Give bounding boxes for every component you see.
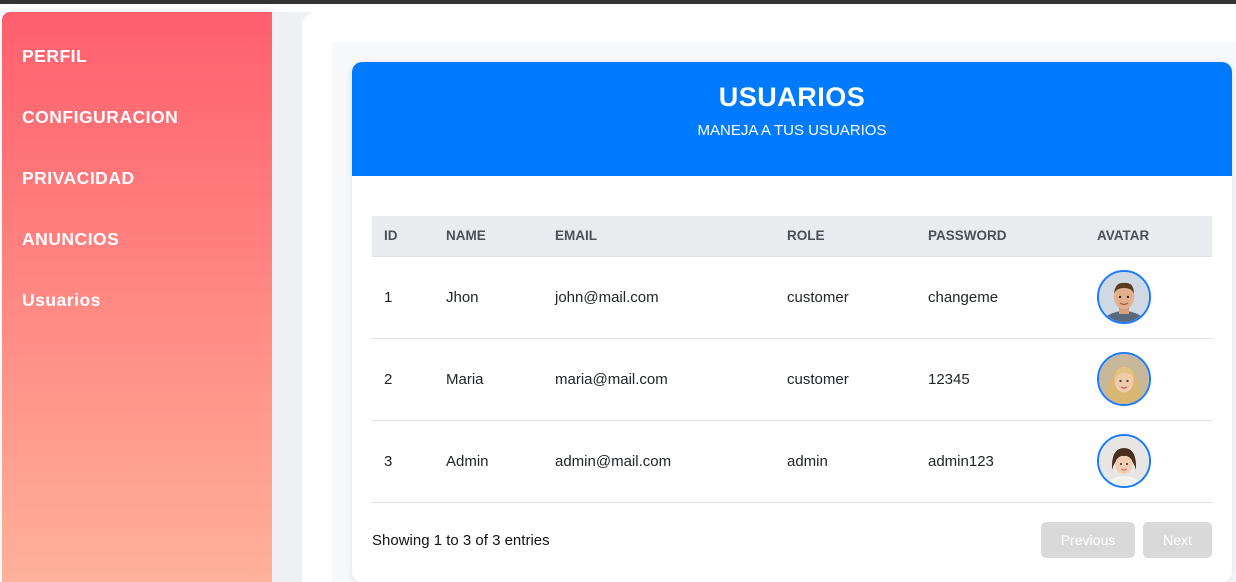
page-title: USUARIOS (718, 82, 866, 112)
table-row: 2 Maria maria@mail.com customer 12345 (372, 338, 1212, 421)
card-header: USUARIOS MANEJA A TUS USUARIOS (352, 62, 1232, 176)
sidebar-item-usuarios[interactable]: Usuarios (2, 290, 272, 351)
cell-password: 12345 (916, 338, 1085, 421)
cell-password: changeme (916, 256, 1085, 339)
page-subtitle: MANEJA A TUS USUARIOS (697, 122, 887, 139)
cell-name: Admin (434, 420, 543, 503)
cell-id: 1 (372, 256, 434, 339)
table-header-row: ID NAME EMAIL ROLE PASSWORD AVATAR (372, 216, 1212, 257)
cell-name: Maria (434, 338, 543, 421)
cell-email: john@mail.com (543, 256, 775, 339)
sidebar-item-perfil[interactable]: PERFIL (2, 46, 272, 107)
sidebar-item-privacidad[interactable]: PRIVACIDAD (2, 168, 272, 229)
window-top-bar (0, 0, 1236, 4)
cell-avatar (1085, 256, 1212, 339)
column-header-id[interactable]: ID (372, 216, 434, 257)
cell-role: customer (775, 338, 916, 421)
sidebar-item-configuracion[interactable]: CONFIGURACION (2, 107, 272, 168)
table-row: 1 Jhon john@mail.com customer changeme (372, 256, 1212, 339)
column-header-password[interactable]: PASSWORD (916, 216, 1085, 257)
cell-email: maria@mail.com (543, 338, 775, 421)
users-table: ID NAME EMAIL ROLE PASSWORD AVATAR 1 Jho… (372, 216, 1212, 503)
cell-avatar (1085, 420, 1212, 503)
cell-role: customer (775, 256, 916, 339)
column-header-role[interactable]: ROLE (775, 216, 916, 257)
cell-password: admin123 (916, 420, 1085, 503)
sidebar-menu: PERFIL CONFIGURACION PRIVACIDAD ANUNCIOS… (2, 12, 272, 351)
cell-name: Jhon (434, 256, 543, 339)
cell-email: admin@mail.com (543, 420, 775, 503)
table-row: 3 Admin admin@mail.com admin admin123 (372, 420, 1212, 503)
avatar-man-photo (1097, 270, 1151, 324)
table-info-text: Showing 1 to 3 of 3 entries (372, 532, 550, 549)
users-card: USUARIOS MANEJA A TUS USUARIOS ID NAME E… (352, 62, 1232, 582)
avatar-girl-photo (1097, 434, 1151, 488)
column-header-email[interactable]: EMAIL (543, 216, 775, 257)
column-header-name[interactable]: NAME (434, 216, 543, 257)
column-header-avatar[interactable]: AVATAR (1085, 216, 1212, 257)
avatar-blonde-woman-photo (1097, 352, 1151, 406)
cell-avatar (1085, 338, 1212, 421)
cell-id: 2 (372, 338, 434, 421)
next-page-button[interactable]: Next (1143, 522, 1212, 558)
sidebar-item-anuncios[interactable]: ANUNCIOS (2, 229, 272, 290)
sidebar: PERFIL CONFIGURACION PRIVACIDAD ANUNCIOS… (2, 12, 272, 582)
cell-role: admin (775, 420, 916, 503)
previous-page-button[interactable]: Previous (1041, 522, 1135, 558)
cell-id: 3 (372, 420, 434, 503)
